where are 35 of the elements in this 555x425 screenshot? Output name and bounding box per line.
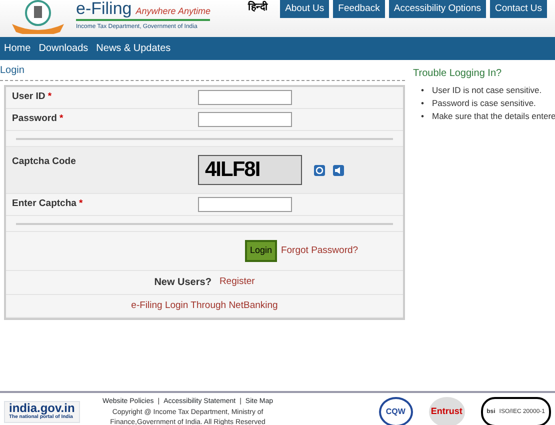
- input-field[interactable]: [198, 197, 292, 212]
- top-link[interactable]: About Us: [280, 0, 330, 18]
- input-field[interactable]: [198, 112, 292, 127]
- forgot-password-link[interactable]: Forgot Password?: [280, 244, 358, 258]
- input-field[interactable]: [198, 90, 292, 105]
- nav-link[interactable]: Home: [4, 41, 31, 56]
- language-link[interactable]: हिन्दी: [248, 0, 268, 15]
- login-button[interactable]: Login: [244, 240, 277, 262]
- site-title: e-Filing: [76, 0, 132, 17]
- cqw-badge: CQW: [378, 397, 413, 425]
- nav-link[interactable]: News & Updates: [96, 41, 171, 56]
- netbanking-link[interactable]: e-Filing Login Through NetBanking: [131, 298, 278, 313]
- help-tip: Password is case sensitive.: [432, 98, 536, 110]
- speaker-icon[interactable]: [333, 164, 344, 176]
- refresh-icon[interactable]: [314, 164, 325, 176]
- help-tip: Make sure that the details entere: [432, 111, 555, 122]
- field-label: Enter Captcha *: [12, 197, 84, 211]
- captcha-image: 4ILF8I: [198, 155, 302, 185]
- bullet-mark: •: [421, 111, 424, 122]
- field-label: User ID *: [12, 90, 53, 104]
- nav-link[interactable]: Downloads: [38, 41, 88, 56]
- tagline: Anywhere Anytime: [136, 5, 210, 18]
- top-link[interactable]: Feedback: [333, 0, 385, 18]
- new-users-label: New Users?: [154, 276, 212, 290]
- bullet-mark: •: [421, 85, 424, 96]
- section-title: Login: [0, 60, 405, 81]
- bullet-mark: •: [421, 98, 424, 110]
- field-label: Password *: [12, 112, 64, 126]
- top-link[interactable]: Accessibility Options: [388, 0, 486, 18]
- help-tip: User ID is not case sensitive.: [432, 85, 542, 96]
- register-link[interactable]: Register: [219, 274, 255, 290]
- field-label: Captcha Code: [12, 155, 77, 169]
- entrust-badge: Entrust: [428, 397, 465, 425]
- help-title: Trouble Logging In?: [413, 67, 503, 81]
- top-link[interactable]: Contact Us: [490, 0, 547, 18]
